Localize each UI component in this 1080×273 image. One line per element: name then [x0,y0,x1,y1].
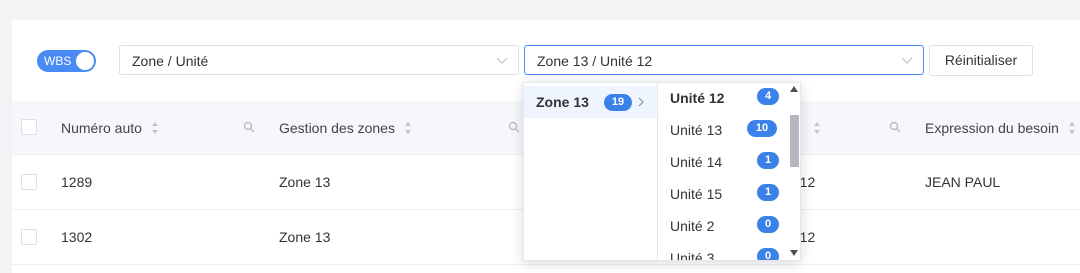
unit-option[interactable]: Unité 12 4 [658,83,788,114]
unit-option[interactable]: Unité 14 1 [658,146,788,178]
count-badge: 1 [757,152,779,169]
count-badge: 0 [757,248,779,260]
count-badge: 0 [757,216,779,233]
cell-besoin: JEAN PAUL [925,174,1001,190]
chevron-down-icon [496,57,508,64]
unit-option-label: Unité 12 [670,90,725,106]
scroll-up-icon[interactable] [790,86,798,92]
count-badge: 19 [604,94,632,111]
sort-icon[interactable] [813,121,821,135]
zone-unit-select[interactable]: Zone / Unité [119,45,519,75]
unit-option[interactable]: Unité 13 10 [658,114,788,146]
unit-column: Unité 12 4 Unité 13 10 Unité 14 1 Unité … [658,83,788,260]
cell-zone: Zone 13 [279,174,331,190]
zone-unit-select-value: Zone / Unité [132,53,209,69]
sort-icon[interactable] [404,121,412,135]
row-checkbox[interactable] [21,229,37,245]
col-header-besoin[interactable]: Expression du besoin [925,120,1059,136]
zone-column: Zone 13 19 [524,83,658,260]
zone-cascader-value: Zone 13 / Unité 12 [537,53,653,69]
wbs-toggle-label: WBS [44,54,72,68]
zone-option-label: Zone 13 [536,94,589,110]
col-header-zones[interactable]: Gestion des zones [279,120,395,136]
unit-option[interactable]: Unité 3 0 [658,242,788,261]
count-badge: 10 [747,120,777,137]
reset-button[interactable]: Réinitialiser [929,45,1033,76]
search-icon[interactable] [243,121,255,133]
zone-cascader-select[interactable]: Zone 13 / Unité 12 [524,45,924,75]
dropdown-scrollbar[interactable] [788,83,800,260]
cell-numero: 1289 [61,174,93,190]
scrollbar-thumb[interactable] [790,115,799,167]
select-all-checkbox[interactable] [21,119,37,135]
chevron-down-icon [901,57,913,64]
unit-option-label: Unité 13 [670,122,723,138]
unit-option[interactable]: Unité 15 1 [658,178,788,210]
cascader-dropdown: Zone 13 19 Unité 12 4 Unité 13 10 Unité … [523,82,801,261]
zone-option-active[interactable]: Zone 13 19 [524,86,657,118]
count-badge: 4 [757,88,779,105]
unit-option-label: Unité 14 [670,154,723,170]
search-icon[interactable] [889,121,901,133]
row-checkbox[interactable] [21,174,37,190]
scroll-down-icon[interactable] [790,250,798,256]
unit-option[interactable]: Unité 2 0 [658,210,788,242]
toggle-knob [76,52,94,70]
cell-numero: 1302 [61,229,93,245]
chevron-right-icon [638,97,644,107]
unit-option-label: Unité 3 [670,250,715,261]
unit-option-label: Unité 15 [670,186,723,202]
sort-icon[interactable] [1068,121,1076,135]
search-icon[interactable] [508,121,520,133]
cell-zone: Zone 13 [279,229,331,245]
col-header-numero[interactable]: Numéro auto [61,120,142,136]
sort-icon[interactable] [151,121,159,135]
wbs-toggle[interactable]: WBS [37,50,96,72]
count-badge: 1 [757,184,779,201]
unit-option-label: Unité 2 [670,218,715,234]
